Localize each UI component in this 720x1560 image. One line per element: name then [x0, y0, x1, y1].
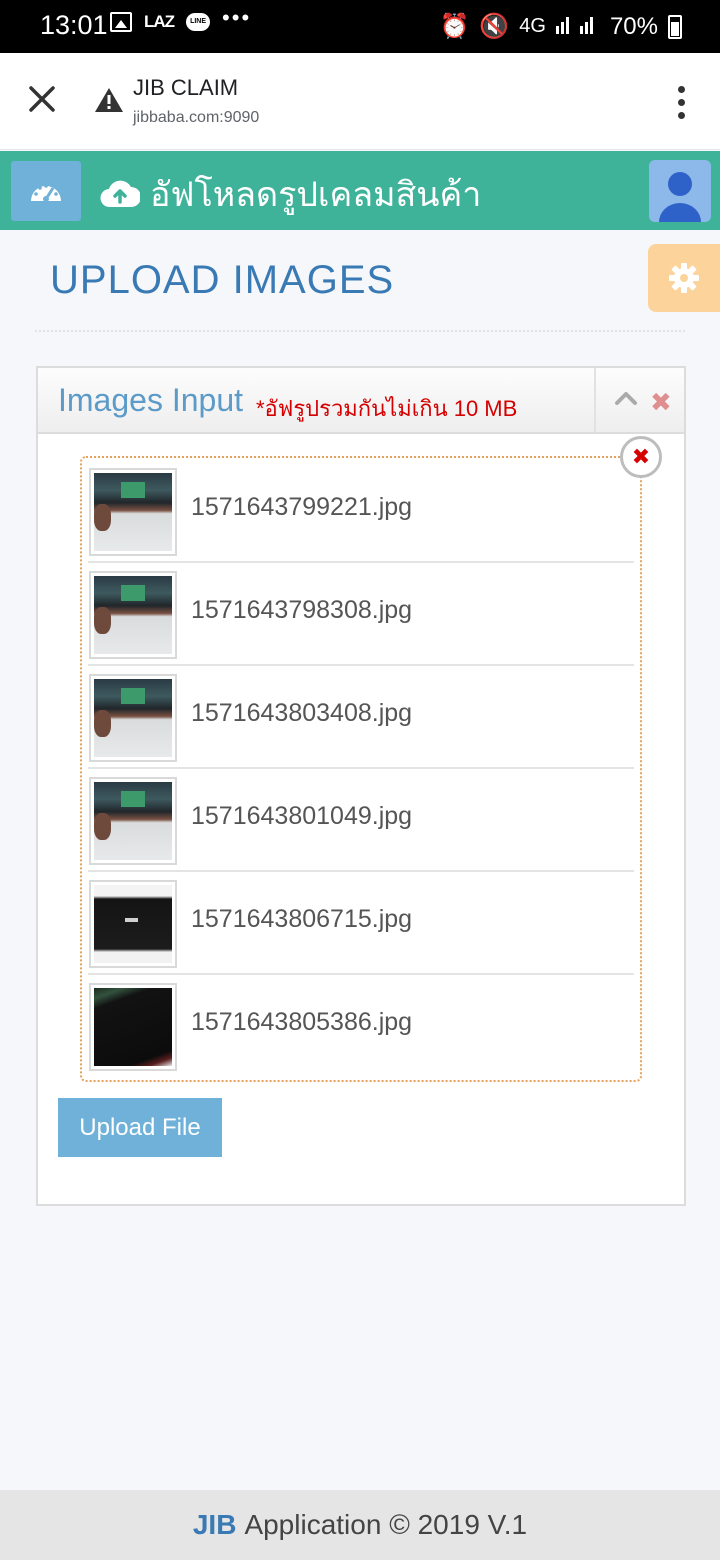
signal-icon: [555, 12, 600, 41]
gear-icon: [669, 263, 699, 293]
file-thumbnail: [89, 880, 177, 968]
status-system-icons: ⏰ 🔇 4G 70%: [439, 12, 682, 41]
widget-title: Images Input: [58, 382, 243, 418]
lazada-notification-icon: LAZ: [144, 12, 175, 31]
collapse-icon[interactable]: [614, 390, 638, 406]
mute-icon: 🔇: [479, 13, 510, 40]
status-notification-icons: LAZ LINE •••: [110, 5, 251, 32]
file-thumbnail: [89, 674, 177, 762]
header-title: อัฟโหลดรูปเคลมสินค้า: [100, 167, 481, 221]
thumbnail-image: [94, 885, 172, 963]
page-title: UPLOAD IMAGES: [50, 258, 395, 302]
dashboard-button[interactable]: [11, 161, 81, 221]
site-url[interactable]: jibbaba.com:9090: [133, 109, 259, 127]
user-icon: [659, 172, 701, 222]
thumbnail-image: [94, 679, 172, 757]
file-name: 1571643798308.jpg: [191, 596, 413, 624]
cloud-upload-icon: [100, 180, 140, 208]
more-notifications-icon: •••: [222, 5, 252, 30]
file-name: 1571643806715.jpg: [191, 905, 413, 933]
header-title-text: อัฟโหลดรูปเคลมสินค้า: [150, 176, 482, 214]
footer-text: Application © 2019 V.1: [244, 1509, 528, 1540]
file-name: 1571643799221.jpg: [191, 493, 413, 521]
file-item[interactable]: 1571643799221.jpg: [88, 460, 634, 563]
footer-brand: JIB: [192, 1509, 237, 1540]
close-icon[interactable]: [26, 83, 58, 115]
widget-toolbar: ✖: [594, 368, 684, 432]
more-options-icon[interactable]: [678, 86, 686, 119]
file-item[interactable]: 1571643801049.jpg: [88, 769, 634, 872]
app-header: อัฟโหลดรูปเคลมสินค้า: [0, 151, 720, 230]
alarm-icon: ⏰: [439, 13, 470, 40]
file-name: 1571643801049.jpg: [191, 802, 413, 830]
section-divider: [35, 330, 685, 332]
file-item[interactable]: 1571643805386.jpg: [88, 975, 634, 1078]
dashboard-icon: [31, 184, 61, 202]
close-widget-icon[interactable]: ✖: [650, 387, 672, 418]
size-limit-note: *อัฟรูปรวมกันไม่เกิน 10 MB: [256, 396, 518, 421]
file-thumbnail: [89, 571, 177, 659]
battery-percent: 70%: [609, 12, 658, 40]
thumbnail-image: [94, 473, 172, 551]
settings-button[interactable]: [648, 244, 720, 312]
gallery-notification-icon: [110, 12, 132, 32]
thumbnail-image: [94, 988, 172, 1066]
warning-icon[interactable]: [94, 87, 124, 113]
status-bar: 13:01 LAZ LINE ••• ⏰ 🔇 4G 70%: [0, 0, 720, 53]
thumbnail-image: [94, 576, 172, 654]
widget-header: Images Input *อัฟรูปรวมกันไม่เกิน 10 MB …: [38, 368, 684, 434]
thumbnail-image: [94, 782, 172, 860]
footer: JIB Application © 2019 V.1: [0, 1490, 720, 1560]
file-name: 1571643803408.jpg: [191, 699, 413, 727]
site-title: JIB CLAIM: [133, 75, 239, 100]
file-item[interactable]: 1571643798308.jpg: [88, 563, 634, 666]
file-item[interactable]: 1571643806715.jpg: [88, 872, 634, 975]
avatar[interactable]: [649, 160, 711, 222]
file-item[interactable]: 1571643803408.jpg: [88, 666, 634, 769]
network-type: 4G: [519, 15, 546, 37]
file-thumbnail: [89, 468, 177, 556]
file-name: 1571643805386.jpg: [191, 1008, 413, 1036]
battery-icon: [668, 14, 682, 39]
file-thumbnail: [89, 983, 177, 1071]
line-notification-icon: LINE: [186, 13, 211, 31]
upload-file-button[interactable]: Upload File: [58, 1098, 222, 1157]
status-time: 13:01: [40, 10, 108, 40]
file-thumbnail: [89, 777, 177, 865]
browser-toolbar: JIB CLAIM jibbaba.com:9090: [0, 53, 720, 150]
